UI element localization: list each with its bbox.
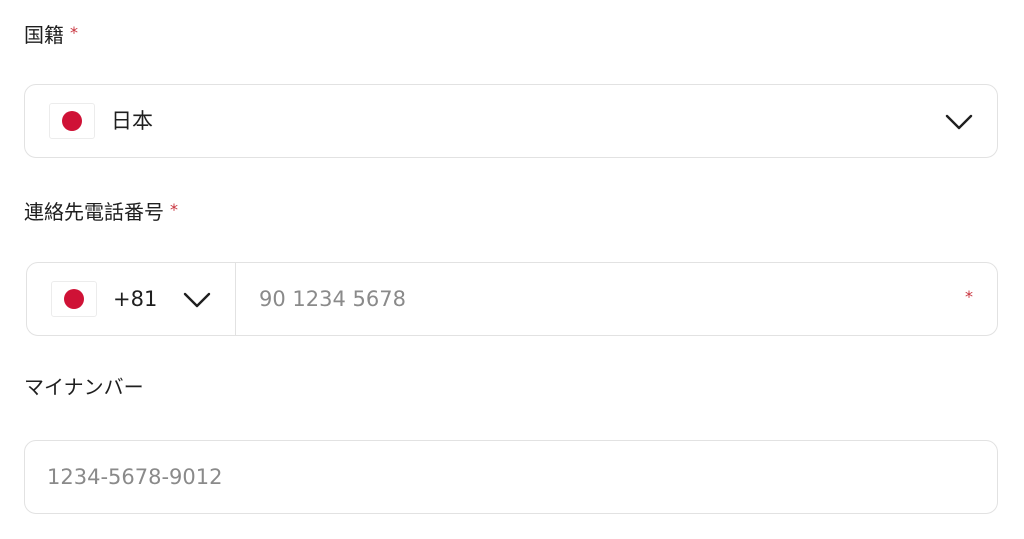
form-page: 国籍 * 日本 連絡先電話番号 * +81 90 1234 5678 * マイナンバ…	[0, 0, 1024, 539]
chevron-down-icon[interactable]	[945, 114, 973, 130]
nationality-selected-value: 日本	[111, 109, 153, 133]
chevron-down-icon[interactable]	[183, 292, 211, 308]
my-number-label: マイナンバー	[24, 375, 144, 399]
my-number-input[interactable]: 1234-5678-9012	[24, 440, 998, 514]
phone-label: 連絡先電話番号 *	[24, 198, 178, 224]
phone-field-divider	[235, 263, 236, 335]
my-number-placeholder: 1234-5678-9012	[47, 465, 223, 489]
phone-field: +81 90 1234 5678 *	[26, 262, 998, 336]
phone-label-text: 連絡先電話番号	[24, 200, 164, 224]
required-mark: *	[170, 200, 178, 219]
nationality-select[interactable]: 日本	[24, 84, 998, 158]
nationality-label: 国籍 *	[24, 21, 78, 47]
country-code-select[interactable]: +81	[27, 263, 235, 335]
required-mark: *	[70, 23, 78, 42]
nationality-label-text: 国籍	[24, 23, 64, 47]
japan-flag-icon	[49, 103, 95, 139]
phone-number-input[interactable]: 90 1234 5678	[259, 285, 406, 313]
phone-required-mark: *	[965, 287, 973, 306]
country-code-value: +81	[113, 287, 158, 311]
japan-flag-icon	[51, 281, 97, 317]
